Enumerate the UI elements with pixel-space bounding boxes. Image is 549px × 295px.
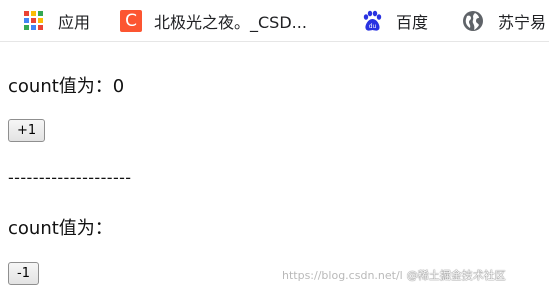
- watermark: https://blog.csdn.net/l @稀土掘金技术社区: [282, 267, 506, 283]
- bookmark-baidu[interactable]: du 百度: [360, 9, 428, 33]
- apps-grid-icon: [24, 11, 44, 31]
- count-display-1: count值为：0: [8, 76, 125, 97]
- svg-text:du: du: [369, 23, 377, 30]
- bookmark-apps-label: 应用: [58, 13, 91, 32]
- bookmark-apps[interactable]: 应用: [24, 9, 90, 33]
- bookmark-baidu-label: 百度: [396, 13, 429, 32]
- bookmark-suning-label: 苏宁易: [498, 13, 547, 32]
- csdn-icon: C: [120, 10, 142, 32]
- bookmark-csdn-label: 北极光之夜。_CSD...: [154, 13, 307, 32]
- watermark-author: @稀土掘金技术社区: [406, 269, 506, 282]
- watermark-url: https://blog.csdn.net/l: [282, 269, 403, 282]
- divider-line: --------------------: [8, 168, 132, 187]
- count-display-2: count值为：: [8, 218, 113, 239]
- bookmarks-bar: 应用 C 北极光之夜。_CSD... du 百度 苏宁易: [0, 0, 549, 42]
- increment-button[interactable]: +1: [8, 119, 46, 142]
- bookmark-suning[interactable]: 苏宁易: [462, 9, 546, 33]
- baidu-paw-icon: du: [363, 10, 382, 31]
- decrement-button[interactable]: -1: [8, 262, 39, 285]
- bookmark-csdn[interactable]: C 北极光之夜。_CSD...: [120, 9, 307, 33]
- globe-icon: [463, 11, 483, 31]
